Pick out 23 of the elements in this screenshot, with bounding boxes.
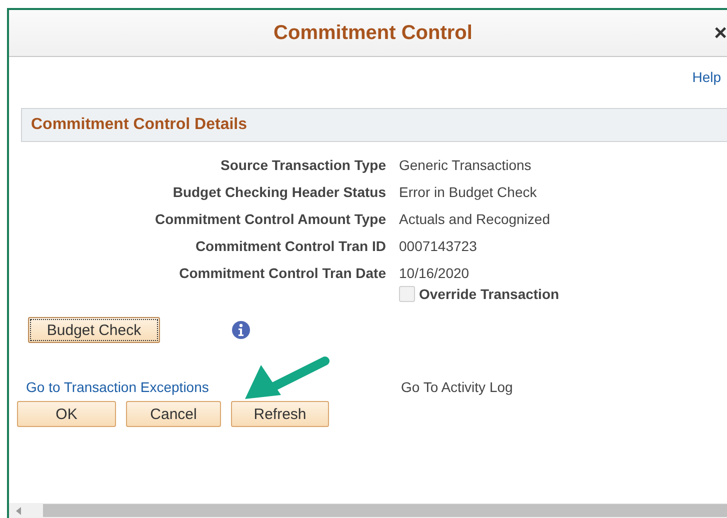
field-value: Error in Budget Check (399, 184, 538, 200)
info-icon[interactable] (232, 321, 250, 339)
budget-check-button[interactable]: Budget Check (28, 317, 160, 343)
close-button[interactable]: × (714, 20, 727, 46)
section-title: Commitment Control Details (31, 116, 248, 134)
dialog-button[interactable]: Cancel (126, 401, 221, 427)
help-link[interactable]: Help (692, 69, 721, 91)
dialog-button[interactable]: OK (17, 401, 116, 427)
field-label: Commitment Control Amount Type (154, 211, 386, 227)
field-label: Commitment Control Tran Date (178, 265, 386, 281)
field-value: Actuals and Recognized (399, 211, 551, 227)
field-value: Generic Transactions (399, 157, 532, 173)
checkbox-label: Override Transaction (419, 286, 560, 302)
transaction-exceptions-link[interactable]: Go to Transaction Exceptions (26, 379, 401, 395)
horizontal-scrollbar[interactable] (9, 503, 727, 518)
scroll-left-icon[interactable] (15, 506, 23, 516)
field-label: Source Transaction Type (220, 157, 386, 173)
field-label: Commitment Control Tran ID (194, 238, 386, 254)
field-label: Budget Checking Header Status (172, 184, 386, 200)
dialog-button[interactable]: Refresh (231, 401, 329, 427)
field-value: 0007143723 (399, 238, 478, 254)
field-value: 10/16/2020 (399, 265, 470, 281)
window-title: Commitment Control (274, 22, 472, 44)
